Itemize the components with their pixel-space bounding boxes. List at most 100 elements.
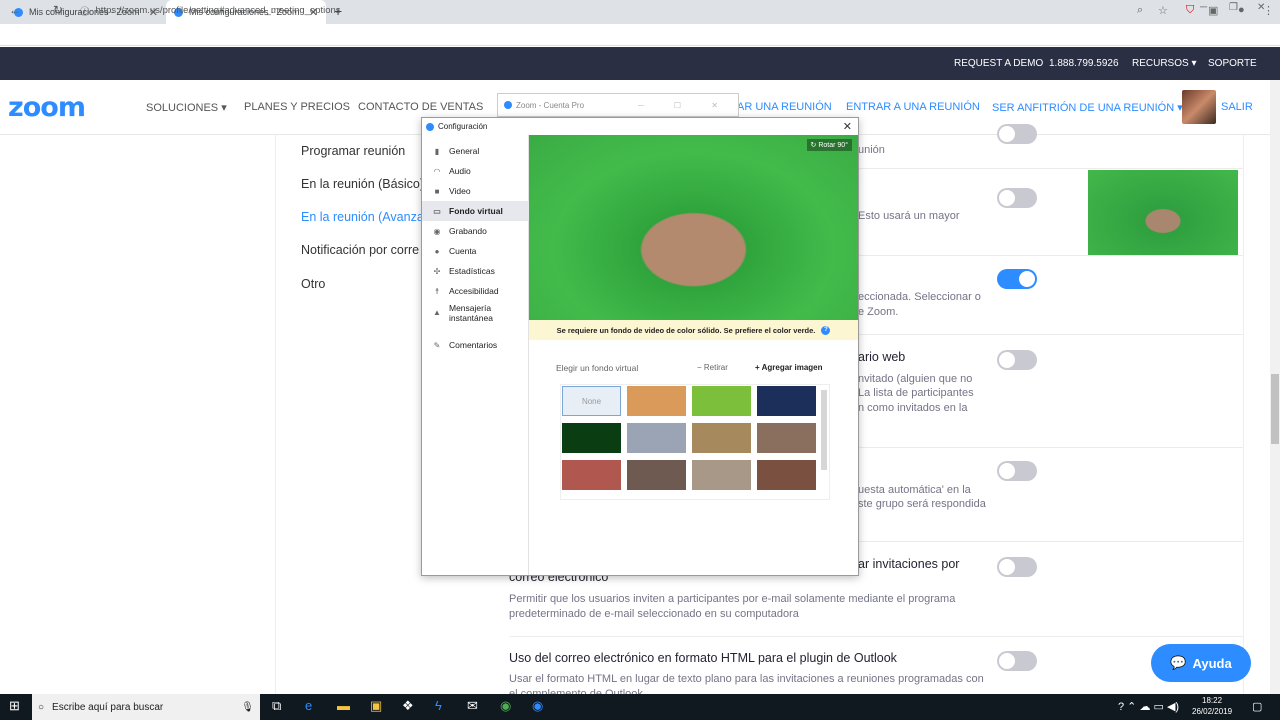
settings-nav-in-meeting-basic[interactable]: En la reunión (Básico): [301, 177, 424, 191]
background-thumbnail-group-photo-2[interactable]: [562, 460, 621, 490]
toggle-switch[interactable]: [997, 557, 1037, 577]
host-meeting-dropdown[interactable]: SER ANFITRIÓN DE UNA REUNIÓN ▾: [992, 101, 1183, 114]
dialog-title: Configuración: [438, 122, 488, 131]
caret-down-icon: ▾: [221, 102, 227, 114]
background-thumbnail-none[interactable]: None: [562, 386, 621, 416]
forward-arrow-icon[interactable]: →: [31, 3, 43, 17]
settings-nav-other[interactable]: Otro: [301, 277, 325, 291]
menu-general[interactable]: ▮ General: [422, 141, 529, 161]
app-icon[interactable]: ϟ: [435, 698, 442, 713]
zoom-taskbar-icon[interactable]: ◉: [532, 698, 543, 714]
menu-virtual-background[interactable]: ▭ Fondo virtual: [422, 201, 529, 221]
reload-icon[interactable]: ↻: [53, 3, 63, 17]
bookmark-star-icon[interactable]: ☆: [1158, 4, 1168, 17]
toggle-switch[interactable]: [997, 461, 1037, 481]
background-thumbnail-group-photo-4[interactable]: [757, 460, 816, 490]
menu-video[interactable]: ■ Video: [422, 181, 529, 201]
zoom-app-icon: [426, 122, 434, 131]
menu-audio[interactable]: ◠ Audio: [422, 161, 529, 181]
mail-icon[interactable]: ✉: [467, 698, 478, 714]
background-thumbnail-matrix[interactable]: [562, 423, 621, 453]
menu-feedback[interactable]: ✎ Comentarios: [422, 335, 529, 355]
toggle-switch[interactable]: [997, 124, 1037, 144]
edge-icon[interactable]: e: [305, 698, 312, 713]
help-button[interactable]: 💬 Ayuda: [1151, 644, 1251, 682]
menu-label: Grabando: [449, 226, 487, 236]
settings-nav-email-notification[interactable]: Notificación por corre: [301, 243, 419, 257]
windows-start-icon[interactable]: ⊞: [9, 698, 20, 714]
zoom-magnifier-icon[interactable]: ⌕: [1137, 4, 1143, 17]
window-controls-icon[interactable]: ─ ☐ ✕: [638, 101, 732, 110]
dialog-titlebar: Configuración: [422, 118, 858, 135]
microphone-icon[interactable]: 🎙: [241, 702, 254, 713]
plus-icon: +: [755, 363, 760, 372]
url-omnibox[interactable]: ⓘ https://zoom.us/profile/setting#advanc…: [76, 2, 1166, 19]
rotate-button[interactable]: ↻ Rotar 90°: [806, 139, 852, 151]
time: 18:22: [1202, 696, 1223, 705]
background-thumbnail-office-photo[interactable]: [627, 423, 686, 453]
minimize-window-icon[interactable]: ─: [1200, 2, 1207, 13]
settings-nav-schedule[interactable]: Programar reunión: [301, 144, 405, 158]
setting-desc: uesta automática' en la: [858, 484, 971, 496]
support-link[interactable]: SOPORTE: [1208, 58, 1257, 69]
profile-icon[interactable]: ●: [1238, 4, 1245, 16]
background-thumbnail-golden-gate[interactable]: [627, 386, 686, 416]
sign-out-link[interactable]: SALIR: [1221, 101, 1253, 113]
remove-background-button[interactable]: − Retirar: [697, 363, 728, 372]
add-image-button[interactable]: + Agregar imagen: [755, 363, 823, 372]
menu-instant-messaging[interactable]: ▲ Mensajería instantánea: [422, 301, 529, 325]
setting-desc: ste grupo será respondida: [858, 498, 986, 510]
camera-icon: ■: [434, 186, 440, 196]
menu-recording[interactable]: ◉ Grabando: [422, 221, 529, 241]
avatar[interactable]: [1182, 90, 1216, 124]
background-thumbnail-grass[interactable]: [692, 386, 751, 416]
close-icon[interactable]: ✕: [843, 120, 852, 133]
settings-nav-in-meeting-advanced[interactable]: En la reunión (Avanzad: [301, 210, 431, 224]
dropbox-icon[interactable]: ❖: [402, 698, 414, 714]
task-view-icon[interactable]: ⧉: [272, 698, 281, 714]
background-thumbnail-selfie[interactable]: [627, 460, 686, 490]
background-thumbnail-landscape[interactable]: [692, 423, 751, 453]
shield-extension-icon[interactable]: ⛉: [1186, 4, 1194, 17]
plans-pricing-link[interactable]: PLANES Y PRECIOS: [244, 101, 350, 113]
extension-icon[interactable]: ▣: [1208, 4, 1218, 17]
taskbar-clock[interactable]: 18:22 26/02/2019: [1192, 695, 1232, 717]
address-bar-row: [0, 24, 1280, 46]
store-icon[interactable]: ▣: [370, 698, 382, 714]
statistics-icon: ✣: [433, 266, 441, 276]
menu-label: Cuenta: [449, 246, 477, 256]
solutions-label: SOLUCIONES: [146, 102, 219, 114]
contact-sales-link[interactable]: CONTACTO DE VENTAS: [358, 101, 483, 113]
folder-icon[interactable]: ▬: [337, 698, 350, 713]
menu-statistics[interactable]: ✣ Estadísticas: [422, 261, 529, 281]
scrollbar-thumb[interactable]: [1271, 374, 1279, 444]
background-thumbnail-group-photo-3[interactable]: [692, 460, 751, 490]
phone-link[interactable]: 1.888.799.5926: [1049, 58, 1119, 69]
taskbar-search[interactable]: ○ Escribe aquí para buscar 🎙: [32, 694, 260, 720]
menu-kebab-icon[interactable]: ⋮: [1263, 4, 1274, 17]
toggle-switch[interactable]: [997, 269, 1037, 289]
toggle-switch[interactable]: [997, 188, 1037, 208]
zoom-account-window[interactable]: Zoom - Cuenta Pro ─ ☐ ✕: [497, 93, 739, 117]
divider: [275, 135, 276, 695]
info-icon[interactable]: ?: [821, 325, 831, 335]
menu-account[interactable]: ● Cuenta: [422, 241, 529, 261]
zoom-logo[interactable]: zoom: [8, 92, 86, 123]
menu-label: Mensajería instantánea: [449, 303, 493, 323]
resources-dropdown[interactable]: RECURSOS ▾: [1132, 58, 1197, 69]
solutions-dropdown[interactable]: SOLUCIONES ▾: [146, 101, 227, 114]
toggle-switch[interactable]: [997, 350, 1037, 370]
join-meeting-link[interactable]: ENTRAR A UNA REUNIÓN: [846, 101, 980, 113]
schedule-meeting-link[interactable]: AR UNA REUNIÓN: [737, 101, 832, 113]
chrome-icon[interactable]: ◉: [500, 698, 511, 714]
background-thumbnail-group-photo-1[interactable]: [757, 423, 816, 453]
notification-icon[interactable]: ▢: [1252, 700, 1262, 713]
menu-accessibility[interactable]: ☨ Accesibilidad: [422, 281, 529, 301]
maximize-window-icon[interactable]: ❐: [1229, 2, 1238, 13]
background-thumbnail-earth-space[interactable]: [757, 386, 816, 416]
back-arrow-icon[interactable]: ←: [9, 3, 21, 17]
request-demo-link[interactable]: REQUEST A DEMO: [954, 58, 1043, 69]
tray-icons[interactable]: ? ⌃ ☁ ▭ ◀): [1118, 700, 1179, 713]
toggle-switch[interactable]: [997, 651, 1037, 671]
gallery-scrollbar[interactable]: [821, 390, 827, 470]
